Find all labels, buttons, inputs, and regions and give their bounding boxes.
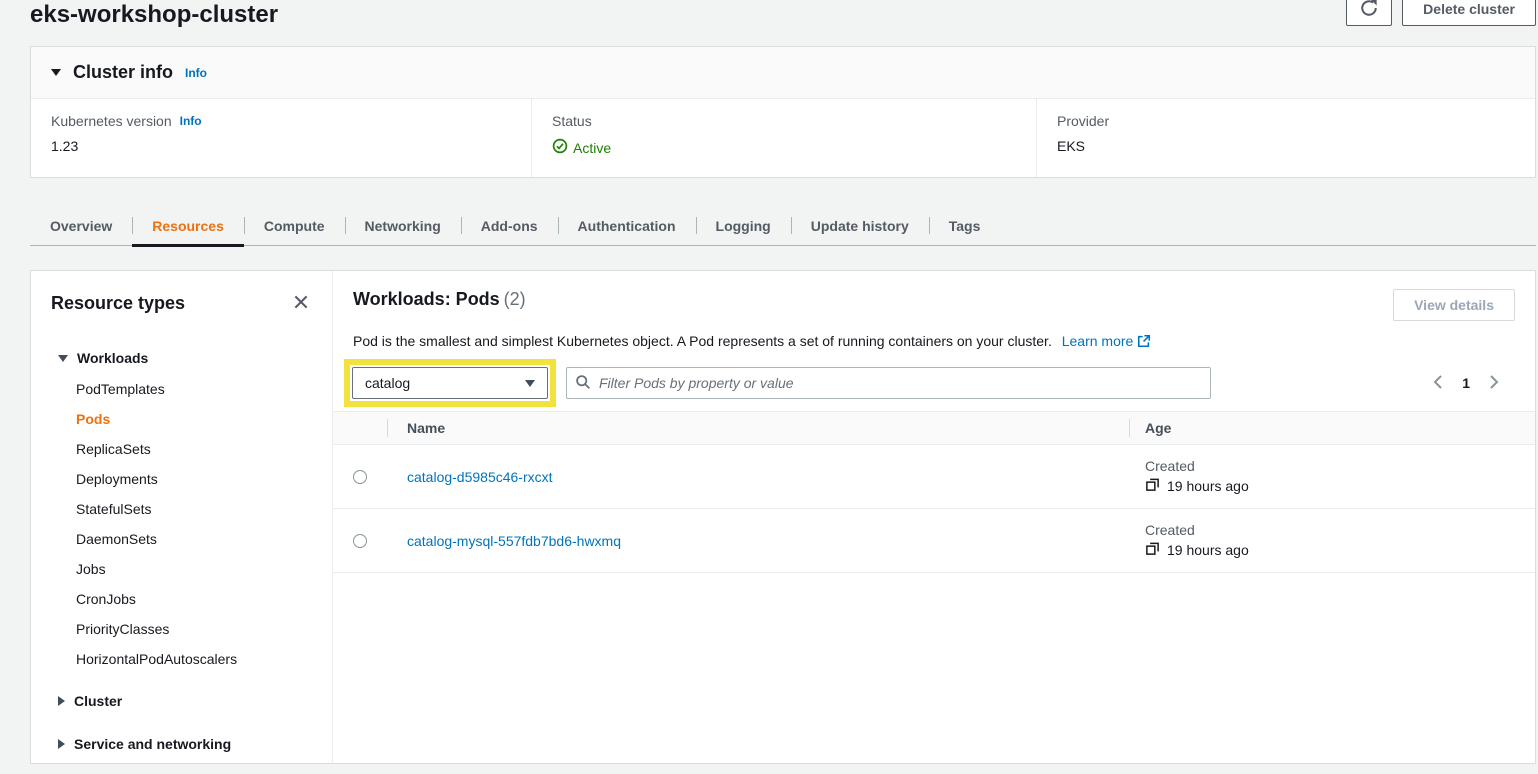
workloads-items: PodTemplates Pods ReplicaSets Deployment… [51, 374, 312, 674]
tab-compute[interactable]: Compute [244, 208, 345, 245]
status-label: Status [552, 113, 1016, 129]
refresh-icon [1360, 0, 1378, 20]
sidebar-item-podtemplates[interactable]: PodTemplates [51, 374, 312, 404]
table-row: catalog-mysql-557fdb7bd6-hwxmq Created 1… [333, 509, 1535, 573]
tab-networking[interactable]: Networking [345, 208, 461, 245]
cluster-info-header[interactable]: Cluster info Info [31, 47, 1535, 99]
pods-header: Workloads: Pods (2) View details [333, 289, 1535, 321]
tree-group-cluster[interactable]: Cluster [51, 685, 312, 717]
search-icon [575, 374, 591, 393]
pagination: 1 [1431, 374, 1515, 393]
table-row: catalog-d5985c46-rxcxt Created 19 hours … [333, 445, 1535, 509]
row-radio-button[interactable] [353, 534, 367, 548]
kubernetes-version-value: 1.23 [51, 138, 511, 154]
tab-overview[interactable]: Overview [30, 208, 132, 245]
pods-description: Pod is the smallest and simplest Kuberne… [333, 331, 1535, 353]
copy-icon[interactable] [1145, 477, 1160, 495]
pod-name-link[interactable]: catalog-mysql-557fdb7bd6-hwxmq [407, 533, 621, 549]
sidebar-item-daemonsets[interactable]: DaemonSets [51, 524, 312, 554]
age-value-text: 19 hours ago [1167, 478, 1249, 494]
sidebar-item-jobs[interactable]: Jobs [51, 554, 312, 584]
pods-count: (2) [504, 289, 526, 309]
kubernetes-version-info-link[interactable]: Info [180, 114, 202, 128]
sidebar-item-cronjobs[interactable]: CronJobs [51, 584, 312, 614]
provider-value: EKS [1057, 138, 1515, 154]
pods-search-input[interactable] [597, 374, 1202, 392]
close-icon [292, 293, 310, 314]
pod-name-link[interactable]: catalog-d5985c46-rxcxt [407, 469, 553, 485]
annotation-highlight: catalog [344, 359, 556, 407]
cluster-info-card: Cluster info Info Kubernetes version Inf… [30, 46, 1536, 178]
cluster-info-link[interactable]: Info [185, 66, 207, 80]
resource-types-sidebar: Resource types Workloads PodTemplates Po… [31, 271, 333, 763]
tab-authentication[interactable]: Authentication [558, 208, 696, 245]
chevron-down-icon [525, 380, 535, 387]
delete-cluster-button[interactable]: Delete cluster [1402, 0, 1536, 26]
page-title: eks-workshop-cluster [30, 0, 278, 30]
namespace-filter-value: catalog [365, 375, 410, 391]
tab-update-history[interactable]: Update history [791, 208, 929, 245]
tree-group-workloads[interactable]: Workloads [51, 342, 312, 374]
kubernetes-version-label: Kubernetes version Info [51, 113, 511, 129]
sidebar-item-pods[interactable]: Pods [51, 404, 312, 434]
sidebar-item-horizontalpodautoscalers[interactable]: HorizontalPodAutoscalers [51, 644, 312, 674]
age-created-label: Created [1145, 458, 1535, 474]
caret-right-icon [58, 696, 65, 706]
page-header: eks-workshop-cluster Delete cluster [30, 0, 1536, 30]
header-actions: Delete cluster [1346, 0, 1536, 26]
close-sidebar-button[interactable] [290, 291, 312, 316]
copy-icon[interactable] [1145, 541, 1160, 559]
resource-type-tree: Workloads PodTemplates Pods ReplicaSets … [51, 342, 312, 760]
sidebar-item-priorityclasses[interactable]: PriorityClasses [51, 614, 312, 644]
sidebar-item-statefulsets[interactable]: StatefulSets [51, 494, 312, 524]
tab-resources[interactable]: Resources [132, 208, 244, 245]
namespace-filter-dropdown[interactable]: catalog [352, 367, 548, 399]
tab-logging[interactable]: Logging [696, 208, 791, 245]
status-value: Active [552, 138, 1016, 157]
external-link-icon [1137, 335, 1151, 351]
status-field: Status Active [531, 99, 1036, 177]
tab-bar: Overview Resources Compute Networking Ad… [30, 208, 1536, 246]
refresh-button[interactable] [1346, 0, 1392, 26]
caret-down-icon [58, 355, 68, 362]
tree-group-service-networking[interactable]: Service and networking [51, 728, 312, 760]
learn-more-link[interactable]: Learn more [1062, 333, 1152, 349]
pods-title-block: Workloads: Pods (2) [353, 289, 526, 310]
page: eks-workshop-cluster Delete cluster Clus… [0, 0, 1538, 764]
sidebar-item-deployments[interactable]: Deployments [51, 464, 312, 494]
caret-down-icon [51, 69, 61, 76]
kubernetes-version-field: Kubernetes version Info 1.23 [31, 99, 531, 177]
age-created-label: Created [1145, 522, 1535, 538]
caret-right-icon [58, 739, 65, 749]
age-value-text: 19 hours ago [1167, 542, 1249, 558]
sidebar-header: Resource types [51, 291, 312, 316]
tab-tags[interactable]: Tags [929, 208, 1001, 245]
next-page-button[interactable] [1487, 374, 1501, 393]
tab-add-ons[interactable]: Add-ons [461, 208, 558, 245]
chevron-left-icon [1431, 374, 1445, 393]
chevron-right-icon [1487, 374, 1501, 393]
cluster-info-body: Kubernetes version Info 1.23 Status Acti… [31, 99, 1535, 177]
pods-content: Workloads: Pods (2) View details Pod is … [333, 271, 1535, 763]
cluster-info-title: Cluster info [73, 62, 173, 83]
provider-label: Provider [1057, 113, 1515, 129]
previous-page-button[interactable] [1431, 374, 1445, 393]
pods-table-header: Name Age [333, 412, 1535, 445]
current-page-number[interactable]: 1 [1462, 375, 1470, 391]
pods-title: Workloads: Pods [353, 289, 500, 309]
pods-table: Name Age catalog-d5985c46-rxcxt Created [333, 411, 1535, 573]
sidebar-item-replicasets[interactable]: ReplicaSets [51, 434, 312, 464]
sidebar-title: Resource types [51, 293, 185, 314]
view-details-button[interactable]: View details [1393, 289, 1515, 321]
filter-row: catalog 1 [333, 367, 1535, 399]
pods-search-box [566, 367, 1211, 399]
name-column-header[interactable]: Name [387, 420, 1129, 436]
provider-field: Provider EKS [1036, 99, 1535, 177]
row-radio-button[interactable] [353, 470, 367, 484]
resources-panel: Resource types Workloads PodTemplates Po… [30, 270, 1536, 764]
check-circle-icon [552, 138, 568, 157]
age-column-header[interactable]: Age [1129, 420, 1535, 436]
